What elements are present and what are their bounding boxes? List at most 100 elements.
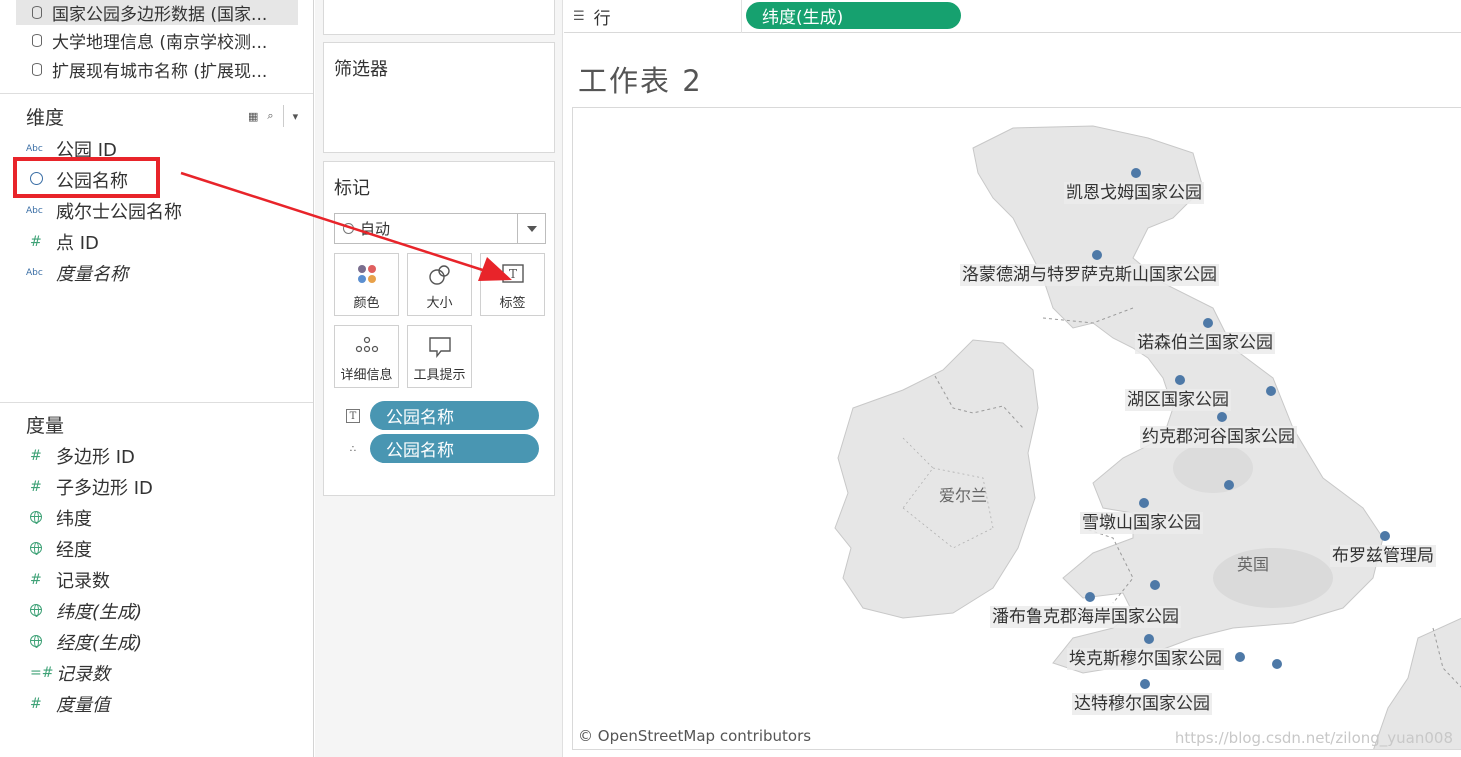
urban-area [1173,443,1253,493]
size-button[interactable]: 大小 [407,253,472,316]
park-point[interactable] [1203,318,1213,328]
data-source-item[interactable]: 国家公园多边形数据 (国家... [16,0,298,25]
measure-field[interactable]: # 记录数 [26,567,110,593]
number-type-icon: # [30,479,42,495]
dropdown-icon[interactable]: ▾ [293,110,299,123]
number-type-icon: # [30,448,42,464]
svg-text:T: T [508,267,516,281]
section-divider [0,93,313,94]
mark-type-dropdown[interactable]: 自动 [334,213,546,244]
string-type-icon: Abc [26,144,43,154]
country-label: 爱尔兰 [939,486,988,505]
filters-title: 筛选器 [334,59,388,80]
dimensions-toolbar: ▦ ⌕ ▾ [248,105,298,127]
field-label: 经度 [56,540,92,561]
park-point[interactable] [1380,531,1390,541]
park-point[interactable] [1150,580,1160,590]
map-attribution[interactable]: © OpenStreetMap contributors [578,727,811,745]
text-label-icon: T [501,264,524,283]
size-label: 大小 [426,296,453,311]
park-label: 洛蒙德湖与特罗萨克斯山国家公园 [960,264,1219,286]
measure-field[interactable]: 经度 [26,536,92,562]
globe-icon [26,634,56,650]
data-source-label: 扩展现有城市名称 (扩展现... [52,62,268,82]
park-label: 凯恩戈姆国家公园 [1064,182,1204,204]
color-icon [357,265,376,283]
tooltip-button[interactable]: 工具提示 [407,325,472,388]
measure-field[interactable]: # 多边形 ID [26,443,135,469]
size-icon [428,265,450,285]
data-source-label: 大学地理信息 (南京学校测... [52,33,268,53]
data-source-label: 国家公园多边形数据 (国家... [52,5,268,25]
field-label: 点 ID [56,233,99,254]
park-point[interactable] [1224,480,1234,490]
park-label: 湖区国家公园 [1125,389,1231,411]
park-point[interactable] [1217,412,1227,422]
database-icon [32,63,42,76]
text-label-icon: T [346,409,360,423]
field-label: 子多边形 ID [56,478,153,499]
tooltip-label: 工具提示 [413,368,466,383]
field-label: 记录数 [56,571,110,592]
string-type-icon: Abc [26,206,43,216]
data-source-item[interactable]: 大学地理信息 (南京学校测... [16,28,298,53]
field-label: 记录数 [56,664,110,685]
park-point[interactable] [1144,634,1154,644]
data-source-item[interactable]: 扩展现有城市名称 (扩展现... [16,57,298,82]
field-label: 威尔士公园名称 [56,202,182,223]
calculated-number-icon: =# [30,665,54,681]
measure-field[interactable]: 纬度(生成) [26,598,142,624]
park-point[interactable] [1131,168,1141,178]
label-button[interactable]: T 标签 [480,253,545,316]
pill-label: 公园名称 [386,408,454,428]
field-label: 经度(生成) [56,633,143,654]
measure-field[interactable]: # 度量值 [26,691,110,717]
rows-shelf[interactable]: ☰ 行 纬度(生成) [564,0,1461,33]
park-point[interactable] [1266,386,1276,396]
chevron-down-icon[interactable] [517,214,545,243]
number-type-icon: # [30,234,42,250]
pill-label: 纬度(生成) [762,8,844,28]
data-pane: 国家公园多边形数据 (国家... 大学地理信息 (南京学校测... 扩展现有城市… [0,0,314,757]
measure-field[interactable]: =# 记录数 [26,660,110,686]
detail-button[interactable]: 详细信息 [334,325,399,388]
urban-area [1213,548,1333,608]
dimensions-title: 维度 [26,107,65,129]
park-point[interactable] [1140,679,1150,689]
park-label: 约克郡河谷国家公园 [1140,426,1297,448]
detail-label: 详细信息 [340,368,393,383]
park-point[interactable] [1139,498,1149,508]
measures-title: 度量 [26,415,65,437]
highlight-box [13,157,160,198]
ireland-landmass [834,339,1039,619]
park-label: 诺森伯兰国家公园 [1135,332,1275,354]
measure-field[interactable]: 经度(生成) [26,629,142,655]
field-label: 多边形 ID [56,447,135,468]
park-point[interactable] [1175,375,1185,385]
dimension-field[interactable]: # 点 ID [26,229,99,255]
filters-card[interactable]: 筛选器 [323,42,555,153]
park-point[interactable] [1235,652,1245,662]
pages-shelf[interactable] [323,0,555,35]
search-icon[interactable]: ⌕ [267,109,273,123]
rows-icon: ☰ [573,9,585,24]
detail-pill[interactable]: 公园名称 [370,434,539,463]
measure-field[interactable]: 纬度 [26,505,92,531]
color-label: 颜色 [353,296,380,311]
tooltip-icon [428,337,451,358]
label-pill[interactable]: 公园名称 [370,401,539,430]
string-type-icon: Abc [26,268,43,278]
dimension-field[interactable]: Abc 度量名称 [26,260,128,286]
list-view-icon[interactable]: ▦ [248,110,258,123]
measure-field[interactable]: # 子多边形 ID [26,474,153,500]
park-point[interactable] [1092,250,1102,260]
color-button[interactable]: 颜色 [334,253,399,316]
label-label: 标签 [499,296,526,311]
park-point[interactable] [1272,659,1282,669]
map-view[interactable]: 爱尔兰 英国 凯恩戈姆国家公园 洛蒙德湖与特罗萨克斯山国家公园 诺森伯兰国家公园… [572,107,1461,750]
dimension-field[interactable]: Abc 威尔士公园名称 [26,198,182,224]
park-point[interactable] [1085,592,1095,602]
rows-pill[interactable]: 纬度(生成) [746,2,961,29]
pill-label: 公园名称 [386,441,454,461]
globe-icon [26,510,56,526]
